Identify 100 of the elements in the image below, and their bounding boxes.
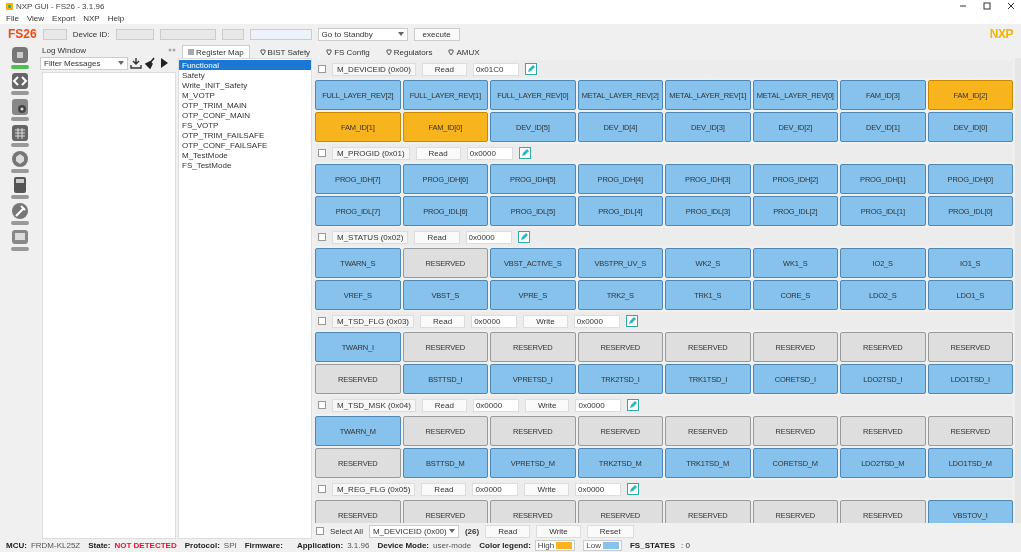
menu-item[interactable]: Export	[52, 13, 76, 23]
footer-button[interactable]: Reset	[586, 524, 634, 538]
register-group-item[interactable]: Functional	[179, 60, 311, 70]
register-group-item[interactable]: M_TestMode	[179, 150, 311, 160]
register-checkbox[interactable]	[318, 485, 326, 493]
rail-caption-tag[interactable]	[11, 169, 29, 173]
menu-item[interactable]: Help	[107, 13, 125, 23]
maximize-icon[interactable]	[983, 2, 991, 10]
register-name: M_TSD_MSK (0x04)	[332, 398, 416, 412]
footer-button[interactable]: Read	[485, 524, 531, 538]
mode-dropdown[interactable]: Go to Standby	[317, 27, 408, 41]
menu-item[interactable]: View	[26, 13, 45, 23]
register-group-item[interactable]: OTP_TRIM_MAIN	[179, 100, 311, 110]
status-value: user-mode	[433, 541, 472, 550]
write-button[interactable]: Write	[523, 314, 568, 328]
footer-button[interactable]: Write	[536, 524, 581, 538]
select-all-checkbox[interactable]	[316, 527, 324, 535]
write-value-field[interactable]: 0x0000	[573, 314, 620, 328]
register-group-item[interactable]: OTP_CONF_MAIN	[179, 110, 311, 120]
pane-title: Log Window	[42, 45, 87, 55]
minimize-icon[interactable]	[959, 2, 967, 10]
tab[interactable]: AMUX	[442, 45, 486, 58]
calendar-icon	[11, 124, 29, 142]
read-value-field[interactable]: 0x0000	[472, 398, 519, 412]
edit-icon[interactable]	[625, 315, 638, 327]
caret-icon	[397, 32, 404, 36]
register-group-item[interactable]: FS_VOTP	[179, 120, 311, 130]
read-value-field[interactable]: 0x0000	[471, 314, 518, 328]
read-button[interactable]: Read	[414, 230, 460, 244]
read-button[interactable]: Read	[420, 314, 466, 328]
write-value-field[interactable]: 0x0000	[575, 398, 622, 412]
write-button[interactable]: Write	[524, 482, 569, 496]
register-group-item[interactable]: FS_TestMode	[179, 160, 311, 170]
read-value-field[interactable]: 0x0000	[465, 230, 512, 244]
menu-item[interactable]: File	[6, 13, 19, 23]
register-name: M_STATUS (0x02)	[332, 230, 409, 244]
register-group-item[interactable]: OTP_TRIM_FAILSAFE	[179, 130, 311, 140]
read-value-field[interactable]: 0x0000	[472, 482, 519, 496]
rail-caption-tag[interactable]	[11, 247, 29, 251]
register-group-item[interactable]: OTP_CONF_FAILSAFE	[179, 140, 311, 150]
read-button[interactable]: Read	[421, 398, 467, 412]
status-value: FRDM-KL25Z	[30, 541, 81, 550]
register-group-item[interactable]: M_VOTP	[179, 90, 311, 100]
rail-caption-tag[interactable]	[11, 195, 29, 199]
logo: NXP	[989, 27, 1013, 41]
register-group-item[interactable]: Write_INIT_Safety	[179, 80, 311, 90]
code-icon	[11, 72, 29, 90]
write-button[interactable]: Write	[524, 398, 570, 412]
edit-icon[interactable]	[524, 63, 537, 75]
product-label: FS26	[8, 27, 37, 41]
status-label: State:	[88, 541, 111, 550]
window-title: NXP GUI - FS26 - 3.1.96	[16, 1, 106, 11]
legend-item: Low	[583, 540, 622, 551]
play-icon[interactable]	[158, 57, 170, 69]
select-all-label: Select All	[330, 526, 363, 536]
caret-icon	[448, 529, 455, 533]
rail-caption-tag[interactable]	[11, 117, 29, 121]
tab[interactable]: FS Config	[320, 45, 376, 58]
legend-item: High	[534, 540, 576, 551]
read-value-field[interactable]: 0x01C0	[472, 62, 519, 76]
rail-caption-tag[interactable]	[11, 65, 29, 69]
tab[interactable]: Regulators	[379, 45, 439, 58]
list-icon	[188, 49, 194, 55]
pane-controls-icon[interactable]	[168, 48, 176, 52]
write-value-field[interactable]: 0x0000	[575, 482, 621, 496]
register-checkbox[interactable]	[318, 401, 326, 409]
register-checkbox[interactable]	[318, 149, 326, 157]
register-name: M_REG_FLG (0x05)	[332, 482, 416, 496]
calculator-icon	[11, 176, 29, 194]
close-icon[interactable]	[1007, 2, 1015, 10]
status-label: Application:	[296, 541, 344, 550]
register-checkbox[interactable]	[318, 65, 326, 73]
tab[interactable]: Register Map	[182, 45, 250, 58]
edit-icon[interactable]	[518, 147, 531, 159]
tab[interactable]: BIST Safety	[253, 45, 317, 58]
status-label: Protocol:	[184, 541, 220, 550]
edit-icon[interactable]	[627, 399, 640, 411]
rail-caption-tag[interactable]	[11, 221, 29, 225]
edit-icon[interactable]	[627, 483, 639, 495]
app-icon	[6, 2, 13, 10]
read-button[interactable]: Read	[421, 482, 467, 496]
rail-caption-tag[interactable]	[11, 143, 29, 147]
read-value-field[interactable]: 0x0000	[466, 146, 513, 160]
device-id-label: Device ID:	[72, 29, 110, 39]
download-icon[interactable]	[130, 57, 142, 69]
register-group-item[interactable]: Safety	[179, 70, 311, 80]
register-dropdown[interactable]: M_DEVICEID (0x00)	[368, 524, 459, 538]
register-checkbox[interactable]	[318, 317, 326, 325]
execute-button[interactable]: execute	[413, 27, 460, 41]
rail-caption-tag[interactable]	[11, 91, 29, 95]
filter-dropdown[interactable]: Filter Messages	[40, 56, 128, 70]
broom-icon[interactable]	[144, 57, 156, 69]
register-name: M_TSD_FLG (0x03)	[332, 314, 415, 328]
chip-icon	[11, 46, 29, 64]
edit-icon[interactable]	[517, 231, 530, 243]
read-button[interactable]: Read	[415, 146, 461, 160]
read-button[interactable]: Read	[421, 62, 467, 76]
register-checkbox[interactable]	[318, 233, 326, 241]
menu-item[interactable]: NXP	[83, 13, 100, 23]
register-name: M_PROGID (0x01)	[332, 146, 410, 160]
